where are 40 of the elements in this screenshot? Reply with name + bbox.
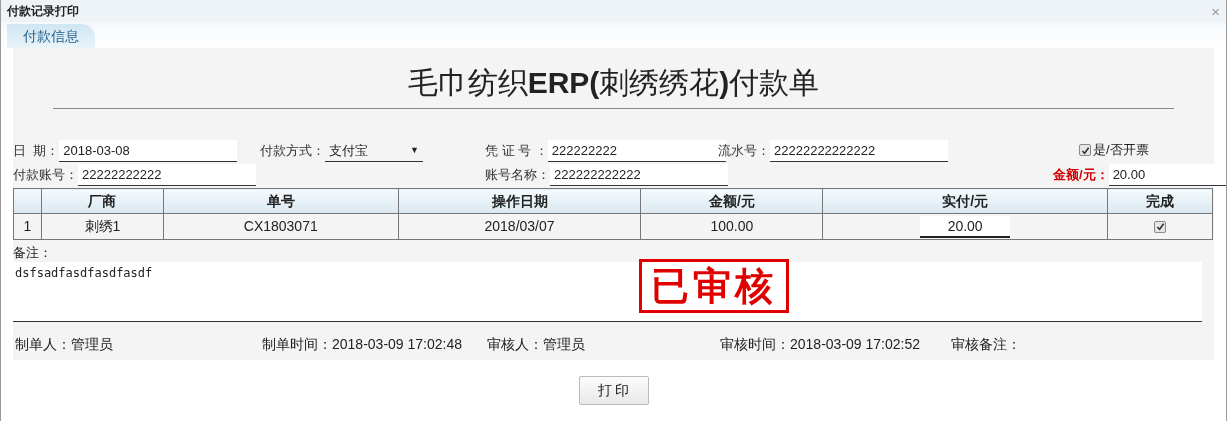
footer-text: 制单人：管理员 (15, 335, 113, 354)
field-label: 账号名称： (485, 166, 550, 185)
field-label: 凭 证 号 ： (485, 142, 548, 161)
column-header: 操作日期 (491, 192, 548, 209)
print-button[interactable]: 打 印 (578, 376, 649, 405)
table-cell: 100.00 (710, 218, 754, 234)
field-label: 日 期： (13, 142, 60, 161)
checkbox[interactable] (1079, 144, 1091, 156)
footer-text: 审核人：管理员 (487, 335, 585, 354)
checkbox[interactable] (1154, 220, 1166, 233)
column-header: 实付/元 (942, 192, 989, 209)
window-title: 付款记录打印 (7, 3, 79, 20)
check-icon (1080, 145, 1090, 155)
input-field[interactable]: 20.00 (920, 215, 1011, 238)
field-label: 金额/元： (1053, 166, 1109, 185)
field-label: 付款账号： (13, 166, 78, 185)
field-label: 付款方式： (260, 142, 325, 161)
input-field[interactable]: 2018-03-08 (59, 140, 238, 162)
footer-text: 审核时间：2018-03-09 17:02:52 (720, 335, 920, 354)
tab[interactable]: 付款信息 (7, 24, 95, 48)
footer-text: 审核备注： (951, 335, 1021, 354)
remarks-label: 备注： (13, 244, 52, 262)
form-title: 毛巾纺织ERP(刺绣绣花)付款单 (407, 65, 820, 101)
input-field[interactable]: 22222222222 (78, 164, 256, 186)
column-header: 完成 (1146, 192, 1174, 209)
footer-text: 制单时间：2018-03-09 17:02:48 (262, 335, 462, 354)
table-cell: 2018/03/07 (484, 218, 555, 234)
input-field[interactable]: 222222222222 (550, 164, 728, 186)
check-icon (1155, 222, 1165, 231)
column-header: 单号 (266, 192, 295, 209)
column-header: 金额/元 (708, 192, 755, 209)
input-field[interactable]: 22222222222222 (770, 140, 948, 162)
input-field[interactable]: 20.00 (1108, 164, 1226, 186)
approved-stamp: 已审核 (639, 259, 789, 313)
table-cell: CX1803071 (243, 218, 318, 234)
table-cell: 1 (23, 218, 32, 234)
column-header: 厂商 (88, 192, 117, 209)
table-cell: 刺绣1 (84, 218, 121, 234)
field-label: 是/否开票 (1093, 141, 1149, 160)
select-field[interactable]: 支付宝 ▼ (325, 140, 423, 162)
